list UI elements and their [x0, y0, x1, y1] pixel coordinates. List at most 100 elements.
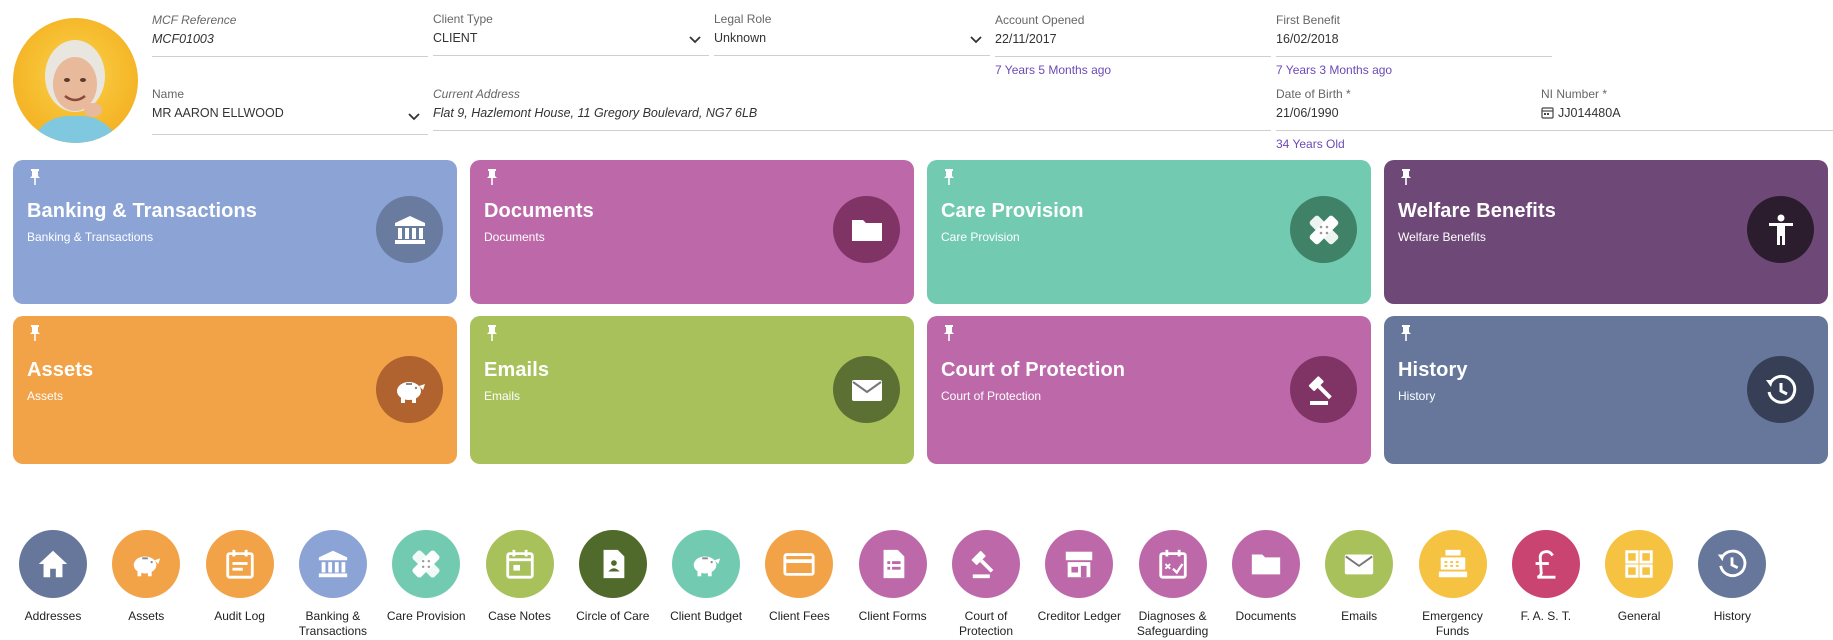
tile-subtitle: History	[1398, 389, 1436, 403]
avatar[interactable]	[13, 18, 138, 143]
chevron-down-icon[interactable]	[408, 113, 420, 121]
piggy-bank-icon[interactable]	[672, 530, 741, 598]
quick-link-emails[interactable]: Emails	[1313, 530, 1405, 624]
quick-link-label: Creditor Ledger	[1037, 609, 1121, 623]
quick-link-documents[interactable]: Documents	[1220, 530, 1312, 624]
field-underline	[1276, 130, 1541, 131]
quick-link-client-budget[interactable]: Client Budget	[660, 530, 752, 624]
mcf-reference-field[interactable]: MCF Reference MCF01003	[152, 13, 428, 57]
client-type-select[interactable]: Client Type CLIENT	[433, 12, 709, 56]
quick-link-f-a-s-t[interactable]: F. A. S. T.	[1500, 530, 1592, 624]
pin-icon[interactable]	[27, 168, 43, 186]
quick-link-case-notes[interactable]: Case Notes	[474, 530, 566, 624]
client-dashboard: MCF Reference MCF01003 Client Type CLIEN…	[0, 0, 1833, 640]
chevron-down-icon[interactable]	[970, 36, 982, 44]
quick-link-label: Documents	[1235, 609, 1297, 623]
quick-link-client-fees[interactable]: Client Fees	[753, 530, 845, 624]
home-icon[interactable]	[19, 530, 87, 598]
name-value: MR AARON ELLWOOD	[152, 106, 284, 120]
bandage-icon[interactable]	[392, 530, 461, 598]
pin-icon[interactable]	[1398, 324, 1414, 342]
name-select[interactable]: Name MR AARON ELLWOOD	[152, 87, 428, 135]
quick-link-addresses[interactable]: Addresses	[7, 530, 99, 624]
quick-link-label: Case Notes	[488, 609, 551, 623]
piggy-bank-icon[interactable]	[112, 530, 181, 598]
tile-title: Care Provision	[941, 200, 1084, 222]
gavel-icon[interactable]	[952, 530, 1020, 598]
first-benefit-field[interactable]: First Benefit 16/02/2018 7 Years 3 Month…	[1276, 13, 1552, 77]
quick-link-banking-transactions[interactable]: Banking & Transactions	[287, 530, 379, 639]
quick-link-label: History	[1713, 609, 1752, 623]
account-opened-field[interactable]: Account Opened 22/11/2017 7 Years 5 Mont…	[995, 13, 1271, 77]
pin-icon[interactable]	[941, 168, 957, 186]
quick-link-court-of-protection[interactable]: Court of Protection	[940, 530, 1032, 639]
contact-file-icon[interactable]	[578, 530, 647, 598]
folder-icon[interactable]	[1231, 530, 1300, 598]
quick-link-assets[interactable]: Assets	[100, 530, 192, 624]
tile-subtitle: Court of Protection	[941, 389, 1042, 403]
account-opened-value: 22/11/2017	[995, 32, 1057, 46]
history-icon	[1747, 356, 1814, 423]
chevron-down-icon[interactable]	[689, 36, 701, 44]
tile-documents[interactable]: Documents Documents	[470, 160, 914, 304]
quick-link-label: F. A. S. T.	[1520, 609, 1572, 623]
first-benefit-label: First Benefit	[1276, 13, 1341, 27]
field-underline	[1276, 56, 1552, 57]
store-icon[interactable]	[1045, 530, 1114, 598]
pin-icon[interactable]	[484, 168, 500, 186]
tile-assets[interactable]: Assets Assets	[13, 316, 457, 464]
quick-link-history[interactable]: History	[1686, 530, 1778, 624]
field-underline	[995, 56, 1271, 57]
legal-role-label: Legal Role	[714, 12, 772, 26]
calendar-list-icon[interactable]	[205, 530, 274, 598]
quick-link-label: Client Forms	[858, 609, 927, 623]
tile-title: History	[1398, 359, 1468, 381]
quick-link-general[interactable]: General	[1593, 530, 1685, 624]
ni-number-field[interactable]: NI Number * JJ014480A	[1541, 87, 1833, 131]
form-icon[interactable]	[858, 530, 927, 598]
client-type-label: Client Type	[433, 12, 493, 26]
tile-welfare-benefits[interactable]: Welfare Benefits Welfare Benefits	[1384, 160, 1828, 304]
tile-history[interactable]: History History	[1384, 316, 1828, 464]
quick-link-client-forms[interactable]: Client Forms	[847, 530, 939, 624]
tile-banking-transactions[interactable]: Banking & Transactions Banking & Transact…	[13, 160, 457, 304]
first-benefit-value: 16/02/2018	[1276, 32, 1339, 46]
mcf-reference-value: MCF01003	[152, 32, 214, 46]
quick-link-creditor-ledger[interactable]: Creditor Ledger	[1033, 530, 1125, 624]
tile-title: Assets	[27, 359, 94, 381]
tile-subtitle: Banking & Transactions	[27, 230, 154, 244]
credit-card-icon[interactable]	[765, 530, 834, 598]
bank-icon[interactable]	[298, 530, 367, 598]
quick-link-label: Audit Log	[214, 609, 265, 623]
piggy-bank-icon	[376, 356, 443, 423]
tile-court-of-protection[interactable]: Court of Protection Court of Protection	[927, 316, 1371, 464]
quick-link-care-provision[interactable]: Care Provision	[380, 530, 472, 624]
history-icon[interactable]	[1698, 530, 1767, 598]
quick-link-emergency-funds[interactable]: Emergency Funds	[1407, 530, 1499, 639]
tile-emails[interactable]: Emails Emails	[470, 316, 914, 464]
tile-title: Welfare Benefits	[1398, 200, 1556, 222]
quick-link-label: Court of Protection	[958, 609, 1014, 638]
pound-icon[interactable]	[1511, 530, 1580, 598]
bank-icon	[376, 196, 443, 263]
calendar-check-icon[interactable]	[1138, 530, 1207, 598]
date-of-birth-value: 21/06/1990	[1276, 106, 1339, 120]
quick-link-label: Assets	[128, 609, 165, 623]
quick-link-circle-of-care[interactable]: Circle of Care	[567, 530, 659, 624]
quick-link-audit-log[interactable]: Audit Log	[194, 530, 286, 624]
tile-care-provision[interactable]: Care Provision Care Provision	[927, 160, 1371, 304]
grid-icon[interactable]	[1605, 530, 1674, 598]
calendar-icon[interactable]	[1541, 106, 1554, 119]
pin-icon[interactable]	[941, 324, 957, 342]
pin-icon[interactable]	[484, 324, 500, 342]
cash-register-icon[interactable]	[1418, 530, 1487, 598]
date-of-birth-field[interactable]: Date of Birth * 21/06/1990 34 Years Old	[1276, 87, 1541, 151]
tile-subtitle: Emails	[484, 389, 521, 403]
quick-link-diagnoses-safeguarding[interactable]: Diagnoses & Safeguarding	[1127, 530, 1219, 639]
envelope-icon[interactable]	[1325, 530, 1394, 598]
pin-icon[interactable]	[27, 324, 43, 342]
legal-role-select[interactable]: Legal Role Unknown	[714, 12, 990, 56]
pin-icon[interactable]	[1398, 168, 1414, 186]
current-address-field[interactable]: Current Address Flat 9, Hazlemont House,…	[433, 87, 1271, 131]
calendar-icon[interactable]	[485, 530, 554, 598]
